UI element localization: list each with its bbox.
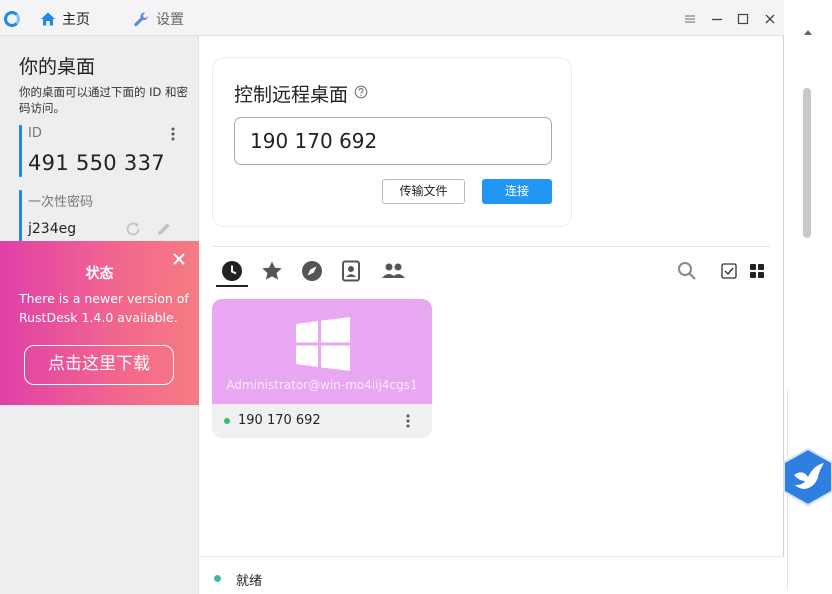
wrench-icon <box>134 11 149 26</box>
group-icon <box>382 263 405 278</box>
windows-logo-icon <box>296 317 350 371</box>
section-divider <box>212 246 770 247</box>
status-title: 状态 <box>85 266 114 282</box>
your-desktop-description: 你的桌面可以通过下面的 ID 和密码访问。 <box>19 85 189 115</box>
select-checkbox-icon[interactable] <box>721 263 737 279</box>
your-desktop-title: 你的桌面 <box>19 56 96 78</box>
bird-badge-icon[interactable] <box>781 447 832 507</box>
id-accent-bar <box>19 125 22 177</box>
active-tab-indicator <box>216 285 248 287</box>
tab-home-label: 主页 <box>62 12 90 28</box>
home-icon <box>41 12 55 26</box>
tab-discovered[interactable] <box>299 258 325 284</box>
tab-settings[interactable]: 设置 <box>133 8 184 30</box>
remote-control-card: 控制远程桌面 190 170 692 传输文件 连接 <box>212 57 572 227</box>
tab-recent-sessions[interactable] <box>219 258 245 284</box>
update-status-box: 状态 There is a newer version of RustDesk … <box>0 241 199 405</box>
scroll-up-arrow-icon[interactable] <box>803 28 813 36</box>
peer-id: 190 170 692 <box>238 413 321 428</box>
page-scrollbar-thumb[interactable] <box>803 88 811 238</box>
password-accent-bar <box>19 190 22 242</box>
remote-control-title: 控制远程桌面 <box>234 84 349 106</box>
peer-card[interactable]: Administrator@win-mo4iij4cgs1 190 170 69… <box>212 299 432 438</box>
transfer-file-button[interactable]: 传输文件 <box>382 179 465 204</box>
search-icon[interactable] <box>677 261 697 281</box>
peer-more-icon[interactable] <box>402 413 414 429</box>
refresh-password-icon[interactable] <box>124 220 142 238</box>
tab-group[interactable] <box>379 258 407 284</box>
id-label: ID <box>28 126 42 141</box>
status-bar: 就绪 <box>200 556 784 594</box>
one-time-password-label: 一次性密码 <box>28 195 94 210</box>
remote-id-input[interactable]: 190 170 692 <box>234 117 552 165</box>
peer-username: Administrator@win-mo4iij4cgs1 <box>226 378 418 392</box>
title-bar: 主页 设置 <box>0 0 784 36</box>
status-text: 就绪 <box>236 574 263 589</box>
id-more-icon[interactable] <box>166 126 180 142</box>
rustdesk-window: 主页 设置 你的桌面 你的桌面可以通过下面的 ID 和密码访问。 ID 491 … <box>0 0 784 594</box>
download-button[interactable]: 点击这里下载 <box>24 345 174 385</box>
tab-address-book[interactable] <box>338 258 364 284</box>
rustdesk-logo-icon <box>4 11 20 27</box>
minimize-icon[interactable] <box>710 12 724 26</box>
discovered-compass-icon <box>302 261 322 281</box>
connect-button[interactable]: 连接 <box>482 179 552 204</box>
id-value: 491 550 337 <box>28 151 165 175</box>
maximize-icon[interactable] <box>736 12 750 26</box>
status-dot <box>214 575 221 582</box>
one-time-password-value: j234eg <box>28 221 77 237</box>
menu-icon[interactable] <box>683 12 697 26</box>
tab-favorites[interactable] <box>259 258 285 284</box>
address-book-icon <box>342 260 360 282</box>
grid-view-icon[interactable] <box>749 263 765 279</box>
help-icon[interactable] <box>354 85 368 99</box>
edit-password-icon[interactable] <box>155 220 173 238</box>
peer-thumbnail[interactable]: Administrator@win-mo4iij4cgs1 <box>212 299 432 404</box>
tab-settings-label: 设置 <box>156 12 184 28</box>
tab-home[interactable]: 主页 <box>40 8 90 30</box>
favorites-star-icon <box>262 261 282 280</box>
recent-clock-icon <box>222 261 242 281</box>
close-icon[interactable] <box>763 12 777 26</box>
update-message: There is a newer version of RustDesk 1.4… <box>19 291 189 325</box>
online-status-dot <box>224 418 230 424</box>
close-status-icon[interactable] <box>171 251 187 267</box>
